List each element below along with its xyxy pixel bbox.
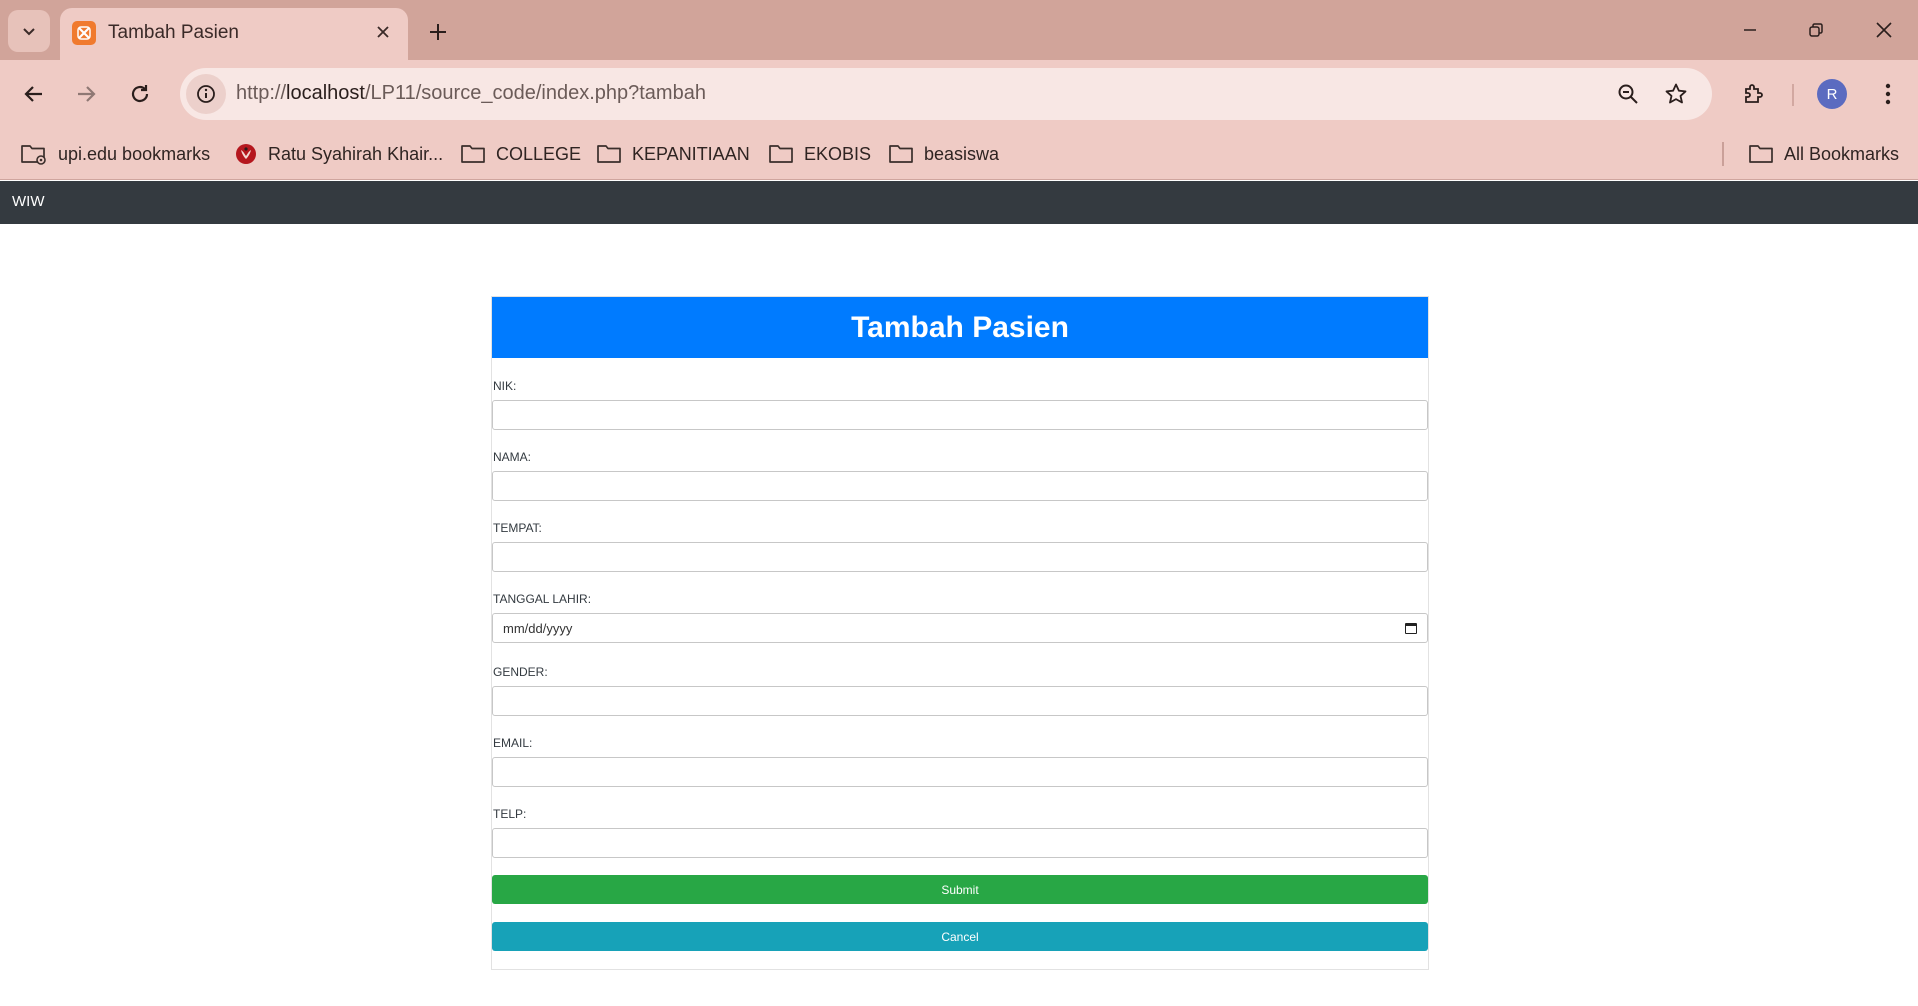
email-field[interactable] bbox=[492, 757, 1428, 787]
tanggal-lahir-label: TANGGAL LAHIR: bbox=[493, 592, 592, 606]
email-label: EMAIL: bbox=[493, 736, 533, 750]
nama-label: NAMA: bbox=[493, 450, 532, 464]
gender-field[interactable] bbox=[492, 686, 1428, 716]
bookmark-college[interactable]: COLLEGE bbox=[460, 138, 581, 170]
star-icon bbox=[1665, 83, 1687, 104]
bookmark-label: Ratu Syahirah Khair... bbox=[268, 143, 444, 164]
tempat-label: TEMPAT: bbox=[493, 521, 542, 535]
restore-button[interactable] bbox=[1788, 8, 1844, 52]
back-button[interactable] bbox=[12, 72, 56, 116]
site-navbar: WIW bbox=[0, 181, 1918, 224]
add-patient-card: Tambah Pasien NIK: NAMA: TEMPAT: TANGGAL… bbox=[491, 296, 1429, 970]
folder-icon bbox=[889, 145, 913, 163]
browser-toolbar: http://localhost/LP11/source_code/index.… bbox=[0, 60, 1918, 128]
bookmark-beasiswa[interactable]: beasiswa bbox=[888, 138, 999, 170]
close-icon bbox=[1876, 22, 1892, 38]
telp-label: TELP: bbox=[493, 807, 527, 821]
close-window-button[interactable] bbox=[1856, 8, 1912, 52]
nama-field[interactable] bbox=[492, 471, 1428, 501]
avatar: R bbox=[1817, 79, 1847, 109]
tab-strip: Tambah Pasien bbox=[0, 0, 1918, 60]
menu-button[interactable] bbox=[1866, 72, 1910, 116]
url-text[interactable]: http://localhost/LP11/source_code/index.… bbox=[236, 82, 706, 105]
calendar-icon[interactable] bbox=[1405, 622, 1417, 634]
toolbar-separator bbox=[1792, 84, 1794, 106]
reload-icon bbox=[131, 85, 149, 103]
bookmark-label: EKOBIS bbox=[804, 143, 872, 164]
minimize-icon bbox=[1744, 29, 1756, 31]
new-tab-button[interactable] bbox=[420, 14, 456, 50]
bookmark-upi-edu[interactable]: upi.edu bookmarks bbox=[20, 138, 210, 170]
date-placeholder: mm/dd/yyyy bbox=[503, 620, 573, 636]
puzzle-icon bbox=[1745, 84, 1763, 103]
site-info-button[interactable] bbox=[186, 74, 226, 114]
profile-button[interactable]: R bbox=[1810, 72, 1854, 116]
folder-icon bbox=[1749, 145, 1773, 163]
kebab-menu-icon bbox=[1885, 83, 1891, 105]
forward-button[interactable] bbox=[64, 72, 108, 116]
zoom-button[interactable] bbox=[1610, 76, 1646, 112]
managed-folder-icon bbox=[21, 145, 46, 165]
tab-close-icon[interactable] bbox=[370, 19, 396, 45]
tanggal-lahir-field[interactable]: mm/dd/yyyy bbox=[492, 613, 1428, 643]
folder-icon bbox=[461, 145, 485, 163]
url-path: /LP11/source_code/index.php?tambah bbox=[364, 82, 706, 104]
active-tab[interactable]: Tambah Pasien bbox=[60, 8, 408, 60]
gender-label: GENDER: bbox=[493, 665, 548, 679]
navbar-brand[interactable]: WIW bbox=[12, 193, 44, 210]
folder-icon bbox=[769, 145, 793, 163]
reload-button[interactable] bbox=[118, 72, 162, 116]
xampp-favicon-icon bbox=[72, 21, 96, 45]
tab-search-button[interactable] bbox=[8, 10, 50, 52]
bookmark-kepanitiaan[interactable]: KEPANITIAAN bbox=[596, 138, 750, 170]
restore-icon bbox=[1809, 23, 1823, 37]
arrow-right-icon bbox=[78, 86, 96, 102]
zoom-out-icon bbox=[1618, 84, 1638, 104]
card-header: Tambah Pasien bbox=[492, 297, 1428, 358]
submit-button[interactable]: Submit bbox=[492, 875, 1428, 904]
address-bar[interactable]: http://localhost/LP11/source_code/index.… bbox=[180, 68, 1712, 120]
bookmark-label: KEPANITIAAN bbox=[632, 143, 750, 164]
bookmark-label: COLLEGE bbox=[496, 143, 582, 164]
info-icon bbox=[197, 85, 215, 103]
arrow-left-icon bbox=[24, 86, 42, 102]
bookmarks-separator bbox=[1722, 142, 1724, 166]
bookmark-star-button[interactable] bbox=[1658, 76, 1694, 112]
page-title: Tambah Pasien bbox=[851, 310, 1069, 344]
tab-title: Tambah Pasien bbox=[108, 22, 239, 43]
nik-label: NIK: bbox=[493, 379, 517, 393]
cancel-button[interactable]: Cancel bbox=[492, 922, 1428, 951]
telp-field[interactable] bbox=[492, 828, 1428, 858]
folder-icon bbox=[597, 145, 621, 163]
plus-icon bbox=[430, 24, 446, 40]
bookmark-ekobis[interactable]: EKOBIS bbox=[768, 138, 871, 170]
bookmarks-bar: upi.edu bookmarks Ratu Syahirah Khair...… bbox=[0, 128, 1918, 180]
nik-field[interactable] bbox=[492, 400, 1428, 430]
chevron-down-icon bbox=[23, 28, 35, 36]
all-bookmarks-button[interactable]: All Bookmarks bbox=[1748, 138, 1899, 170]
extensions-button[interactable] bbox=[1732, 72, 1776, 116]
tempat-field[interactable] bbox=[492, 542, 1428, 572]
url-scheme: http:// bbox=[236, 82, 287, 104]
all-bookmarks-label: All Bookmarks bbox=[1784, 143, 1900, 164]
site-favicon-icon bbox=[236, 144, 256, 164]
bookmark-label: upi.edu bookmarks bbox=[58, 143, 211, 164]
bookmark-label: beasiswa bbox=[924, 143, 1000, 164]
minimize-button[interactable] bbox=[1722, 8, 1778, 52]
url-host: localhost bbox=[286, 82, 365, 104]
bookmark-ratu-syahirah[interactable]: Ratu Syahirah Khair... bbox=[234, 138, 443, 170]
